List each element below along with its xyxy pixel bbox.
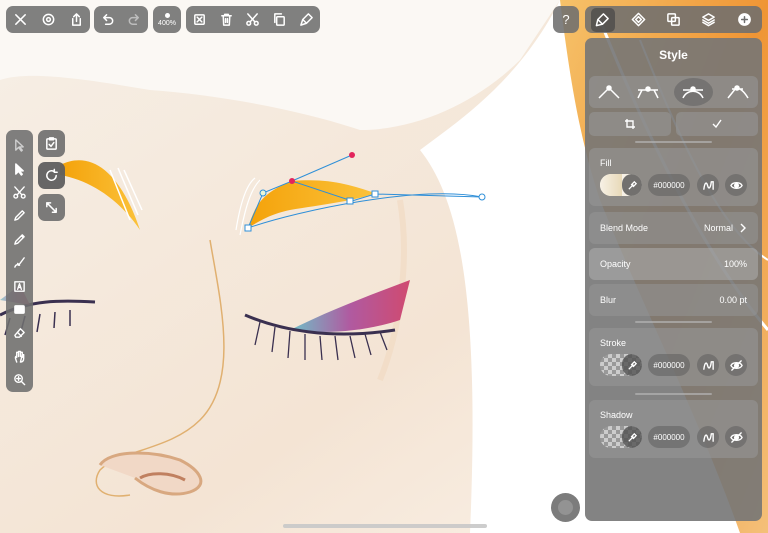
zoom-tool-icon[interactable] — [9, 368, 31, 391]
tool-rail — [6, 130, 33, 392]
shadow-hex[interactable]: #000000 — [648, 426, 690, 448]
shadow-color-preview — [600, 426, 622, 448]
fill-color-preview — [600, 174, 622, 196]
blend-mode-label: Blend Mode — [600, 223, 649, 233]
stroke-color-preview — [600, 354, 622, 376]
shadow-hidden-eye-icon[interactable] — [725, 426, 747, 448]
fill-label: Fill — [600, 158, 612, 168]
modifier-button-inner — [558, 500, 573, 515]
rotate-icon — [46, 168, 58, 181]
stroke-hidden-eye-icon[interactable] — [725, 354, 747, 376]
help-button[interactable]: ? — [553, 6, 579, 33]
stroke-hex[interactable]: #000000 — [648, 354, 690, 376]
style-brush-icon[interactable] — [590, 7, 615, 32]
fill-visibility-eye-icon[interactable] — [725, 174, 747, 196]
edit-toolbar — [186, 6, 320, 33]
opacity-value: 100% — [723, 259, 747, 269]
redo-icon[interactable] — [123, 8, 147, 32]
paste-style-icon[interactable] — [295, 8, 319, 32]
expand-icon — [46, 202, 57, 213]
hand-tool-icon[interactable] — [9, 345, 31, 368]
file-toolbar — [6, 6, 90, 33]
appearance-diamond-icon[interactable] — [626, 8, 650, 32]
shadow-label: Shadow — [600, 410, 633, 420]
zoom-value: 400% — [158, 19, 176, 27]
divider — [635, 141, 712, 143]
shadow-swatch[interactable] — [600, 426, 642, 448]
stroke-gradient-icon[interactable] — [697, 354, 719, 376]
blend-mode-row[interactable]: Blend Mode Normal — [589, 212, 758, 244]
clipboard-check-icon — [46, 137, 57, 150]
floating-modifier-button[interactable] — [551, 493, 580, 522]
select-tool-icon[interactable] — [9, 134, 31, 157]
blur-value: 0.00 pt — [719, 295, 747, 305]
shape-tool-icon[interactable] — [9, 298, 31, 321]
undo-icon[interactable] — [96, 8, 120, 32]
brush-tool-icon[interactable] — [9, 251, 31, 274]
blend-mode-value: Normal — [703, 223, 733, 233]
blur-label: Blur — [600, 295, 617, 305]
zoom-dot — [164, 12, 170, 18]
stroke-swatch[interactable] — [600, 354, 642, 376]
node-tool-icon[interactable] — [9, 157, 31, 180]
corner-round-icon[interactable] — [628, 76, 667, 108]
zoom-indicator[interactable]: 400% — [153, 6, 181, 33]
blend-mode-value-group: Normal — [704, 223, 747, 233]
add-icon[interactable] — [732, 8, 756, 32]
chevron-right-icon — [740, 223, 746, 233]
corner-sharp-icon[interactable] — [589, 76, 628, 108]
copy-icon[interactable] — [268, 8, 292, 32]
trash-icon[interactable] — [214, 8, 238, 32]
text-tool-icon[interactable] — [9, 274, 31, 297]
checkmark-icon — [712, 119, 722, 129]
confirm-button[interactable] — [676, 112, 758, 136]
rotate-button[interactable] — [38, 162, 65, 189]
eraser-tool-icon[interactable] — [9, 321, 31, 344]
divider — [635, 321, 712, 323]
style-panel: Style Fill #000000 Blend Mode Normal Opa… — [585, 38, 762, 521]
share-icon[interactable] — [64, 8, 88, 32]
fill-hex[interactable]: #000000 — [648, 174, 690, 196]
panel-title: Style — [659, 48, 688, 62]
scale-button[interactable] — [38, 194, 65, 221]
opacity-label: Opacity — [600, 259, 631, 269]
corner-asymmetric-icon[interactable] — [719, 76, 758, 108]
shadow-gradient-icon[interactable] — [697, 426, 719, 448]
transform-button[interactable] — [589, 112, 671, 136]
corner-smooth-icon[interactable] — [673, 78, 713, 106]
history-toolbar — [94, 6, 148, 33]
close-icon[interactable] — [8, 8, 32, 32]
help-label: ? — [562, 12, 570, 27]
fill-swatch[interactable] — [600, 174, 642, 196]
layers-icon[interactable] — [697, 8, 721, 32]
clip-toggle-button[interactable] — [38, 130, 65, 157]
zoom-level[interactable]: 400% — [155, 8, 179, 32]
divider — [635, 393, 712, 395]
blur-slider[interactable]: Blur 0.00 pt — [589, 284, 758, 316]
arrange-icon[interactable] — [661, 8, 685, 32]
pen-tool-icon[interactable] — [9, 204, 31, 227]
crop-icon — [625, 119, 635, 129]
pencil-tool-icon[interactable] — [9, 228, 31, 251]
opacity-slider[interactable]: Opacity 100% — [589, 248, 758, 280]
home-indicator[interactable] — [283, 524, 487, 528]
settings-gear-icon[interactable] — [36, 8, 60, 32]
corner-style-row — [589, 76, 758, 108]
fill-gradient-icon[interactable] — [697, 174, 719, 196]
scissors-icon[interactable] — [241, 8, 265, 32]
panel-toolbar — [585, 6, 762, 33]
scissors-tool-icon[interactable] — [9, 181, 31, 204]
deselect-icon[interactable] — [187, 8, 211, 32]
stroke-label: Stroke — [600, 338, 627, 348]
